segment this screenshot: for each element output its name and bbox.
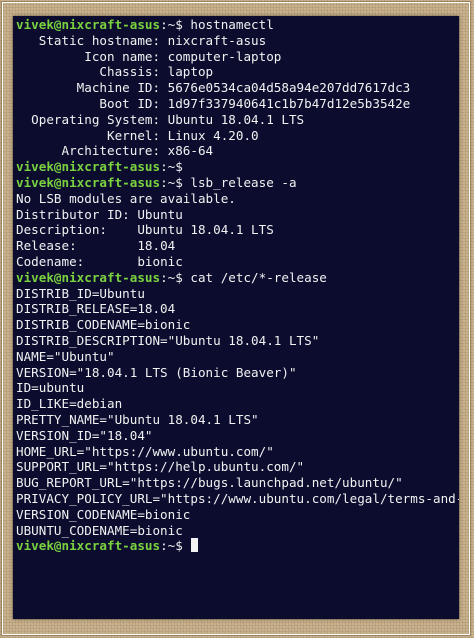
output-line: Operating System: Ubuntu 18.04.1 LTS: [16, 112, 459, 128]
output-line: Release: 18.04: [16, 238, 459, 254]
output-text: Static hostname: nixcraft-asus: [16, 32, 267, 48]
output-text: Kernel: Linux 4.20.0: [16, 127, 259, 143]
prompt-symbol: :~$: [160, 269, 183, 285]
prompt-symbol: :~$: [160, 17, 183, 32]
terminal-window[interactable]: vivek@nixcraft-asus:~$ hostnamectl Stati…: [13, 16, 459, 619]
output-line: BUG_REPORT_URL="https://bugs.launchpad.n…: [16, 475, 459, 491]
output-text: Chassis: laptop: [16, 64, 214, 80]
output-text: ID=ubuntu: [16, 380, 85, 396]
prompt-user-host: vivek@nixcraft-asus: [16, 174, 161, 190]
output-text: Description: Ubuntu 18.04.1 LTS: [16, 222, 274, 238]
prompt-symbol: :~$: [160, 174, 183, 190]
output-line: ID=ubuntu: [16, 380, 459, 396]
output-line: UBUNTU_CODENAME=bionic: [16, 523, 459, 539]
output-line: Kernel: Linux 4.20.0: [16, 128, 459, 144]
output-text: UBUNTU_CODENAME=bionic: [16, 522, 183, 538]
command-text: lsb_release -a: [182, 174, 297, 190]
output-text: Architecture: x86-64: [16, 143, 214, 159]
output-text: NAME="Ubuntu": [16, 348, 115, 364]
output-line: HOME_URL="https://www.ubuntu.com/": [16, 444, 459, 460]
output-line: NAME="Ubuntu": [16, 349, 459, 365]
output-text: DISTRIB_ID=Ubuntu: [16, 285, 145, 301]
prompt-symbol: :~$: [160, 538, 183, 554]
output-text: Icon name: computer-laptop: [16, 48, 282, 64]
output-text: DISTRIB_CODENAME=bionic: [16, 317, 191, 333]
output-text: SUPPORT_URL="https://help.ubuntu.com/": [16, 459, 305, 475]
output-line: ID_LIKE=debian: [16, 396, 459, 412]
output-text: Operating System: Ubuntu 18.04.1 LTS: [16, 111, 305, 127]
output-text: Machine ID: 5676e0534ca04d58a94e207dd761…: [16, 80, 411, 96]
output-line: PRETTY_NAME="Ubuntu 18.04.1 LTS": [16, 412, 459, 428]
command-text: hostnamectl: [182, 17, 274, 32]
output-line: Codename: bionic: [16, 254, 459, 270]
terminal-output: vivek@nixcraft-asus:~$ hostnamectl Stati…: [16, 17, 459, 554]
output-line: Boot ID: 1d97f337940641c1b7b47d12e5b3542…: [16, 96, 459, 112]
prompt-user-host: vivek@nixcraft-asus: [16, 538, 161, 554]
command-text: [183, 538, 191, 553]
output-text: BUG_REPORT_URL="https://bugs.launchpad.n…: [16, 475, 403, 491]
output-line: DISTRIB_RELEASE=18.04: [16, 301, 459, 317]
text-cursor: [191, 538, 199, 553]
output-text: VERSION_ID="18.04": [16, 427, 153, 443]
output-line: Description: Ubuntu 18.04.1 LTS: [16, 222, 459, 238]
output-text: Distributor ID: Ubuntu: [16, 206, 183, 222]
output-line: VERSION_CODENAME=bionic: [16, 507, 459, 523]
output-line: DISTRIB_DESCRIPTION="Ubuntu 18.04.1 LTS": [16, 333, 459, 349]
output-text: Boot ID: 1d97f337940641c1b7b47d12e5b3542…: [16, 95, 411, 111]
output-line: DISTRIB_ID=Ubuntu: [16, 286, 459, 302]
output-line: Chassis: laptop: [16, 64, 459, 80]
prompt-line: vivek@nixcraft-asus:~$ lsb_release -a: [16, 175, 459, 191]
output-text: PRETTY_NAME="Ubuntu 18.04.1 LTS": [16, 411, 259, 427]
output-line: VERSION_ID="18.04": [16, 428, 459, 444]
output-text: Release: 18.04: [16, 238, 176, 254]
prompt-user-host: vivek@nixcraft-asus: [16, 269, 161, 285]
output-line: SUPPORT_URL="https://help.ubuntu.com/": [16, 459, 459, 475]
output-text: PRIVACY_POLICY_URL="https://www.ubuntu.c…: [16, 490, 459, 506]
output-line: Distributor ID: Ubuntu: [16, 207, 459, 223]
output-text: DISTRIB_RELEASE=18.04: [16, 301, 176, 317]
output-text: HOME_URL="https://www.ubuntu.com/": [16, 443, 274, 459]
output-line: No LSB modules are available.: [16, 191, 459, 207]
output-text: VERSION_CODENAME=bionic: [16, 506, 191, 522]
prompt-symbol: :~$: [160, 159, 183, 175]
prompt-line: vivek@nixcraft-asus:~$: [16, 538, 459, 554]
output-line: VERSION="18.04.1 LTS (Bionic Beaver)": [16, 365, 459, 381]
output-text: VERSION="18.04.1 LTS (Bionic Beaver)": [16, 364, 297, 380]
output-line: Machine ID: 5676e0534ca04d58a94e207dd761…: [16, 80, 459, 96]
output-line: Static hostname: nixcraft-asus: [16, 33, 459, 49]
output-line: Icon name: computer-laptop: [16, 49, 459, 65]
output-line: DISTRIB_CODENAME=bionic: [16, 317, 459, 333]
prompt-line: vivek@nixcraft-asus:~$: [16, 159, 459, 175]
prompt-line: vivek@nixcraft-asus:~$ hostnamectl: [16, 17, 459, 33]
output-text: ID_LIKE=debian: [16, 396, 123, 412]
output-text: DISTRIB_DESCRIPTION="Ubuntu 18.04.1 LTS": [16, 332, 320, 348]
output-line: Architecture: x86-64: [16, 143, 459, 159]
output-line: PRIVACY_POLICY_URL="https://www.ubuntu.c…: [16, 491, 459, 507]
prompt-user-host: vivek@nixcraft-asus: [16, 159, 161, 175]
output-text: Codename: bionic: [16, 253, 183, 269]
prompt-line: vivek@nixcraft-asus:~$ cat /etc/*-releas…: [16, 270, 459, 286]
output-text: No LSB modules are available.: [16, 190, 236, 206]
command-text: cat /etc/*-release: [182, 269, 327, 285]
prompt-user-host: vivek@nixcraft-asus: [16, 17, 161, 32]
